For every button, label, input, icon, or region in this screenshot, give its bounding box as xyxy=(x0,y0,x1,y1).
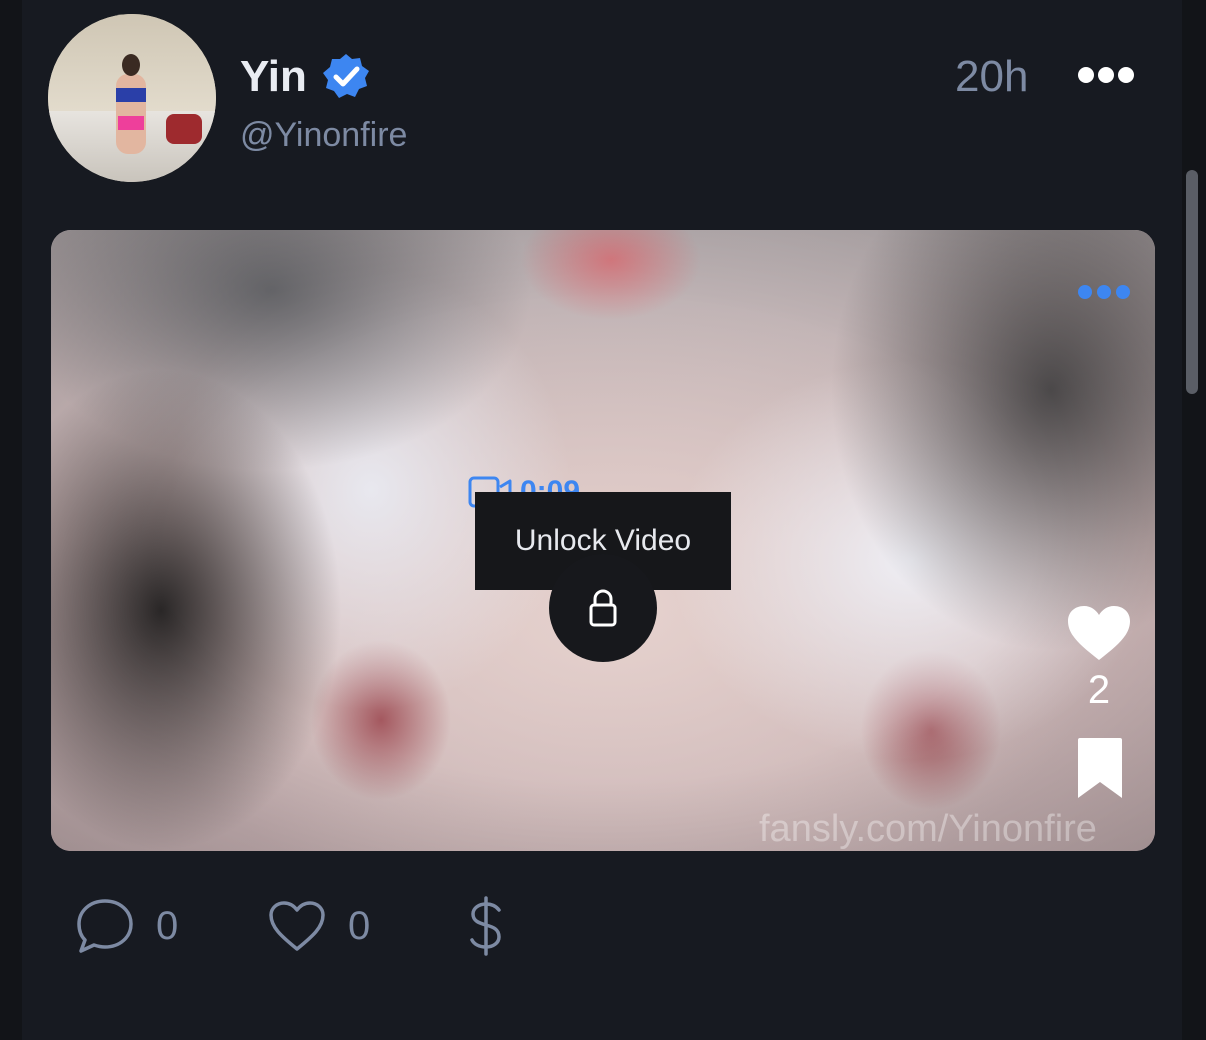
comment-count: 0 xyxy=(156,903,179,948)
post-more-options-icon[interactable] xyxy=(1076,62,1136,88)
like-count: 0 xyxy=(348,903,371,948)
scrollbar-thumb[interactable] xyxy=(1186,170,1198,394)
like-action[interactable]: 0 xyxy=(268,896,370,956)
media-likes-count: 2 xyxy=(1087,668,1111,712)
page-edge xyxy=(0,0,22,1040)
verified-badge-icon xyxy=(323,54,369,98)
watermark-text: fansly.com/Yinonfire xyxy=(759,808,1097,850)
media-like-heart-icon[interactable] xyxy=(1066,604,1132,662)
tip-action[interactable] xyxy=(468,896,504,956)
author-avatar[interactable] xyxy=(48,14,216,182)
bookmark-icon[interactable] xyxy=(1076,736,1124,800)
comment-action[interactable]: 0 xyxy=(76,896,178,956)
avatar-photo-bag xyxy=(166,114,202,144)
author-name[interactable]: Yin xyxy=(240,52,307,102)
like-heart-outline-icon xyxy=(269,901,325,951)
author-handle[interactable]: @Yinonfire xyxy=(240,116,407,155)
unlock-button[interactable] xyxy=(549,554,657,662)
locked-video-media[interactable]: 0:09 Unlock Video 2 fansly.com/Yinonfire xyxy=(51,230,1155,851)
comment-bubble-icon xyxy=(77,899,133,953)
avatar-photo-person xyxy=(110,54,150,174)
lock-icon xyxy=(589,589,617,627)
dollar-sign-icon xyxy=(470,896,501,956)
media-more-options-icon[interactable] xyxy=(1076,282,1132,302)
post-timestamp: 20h xyxy=(955,52,1029,101)
